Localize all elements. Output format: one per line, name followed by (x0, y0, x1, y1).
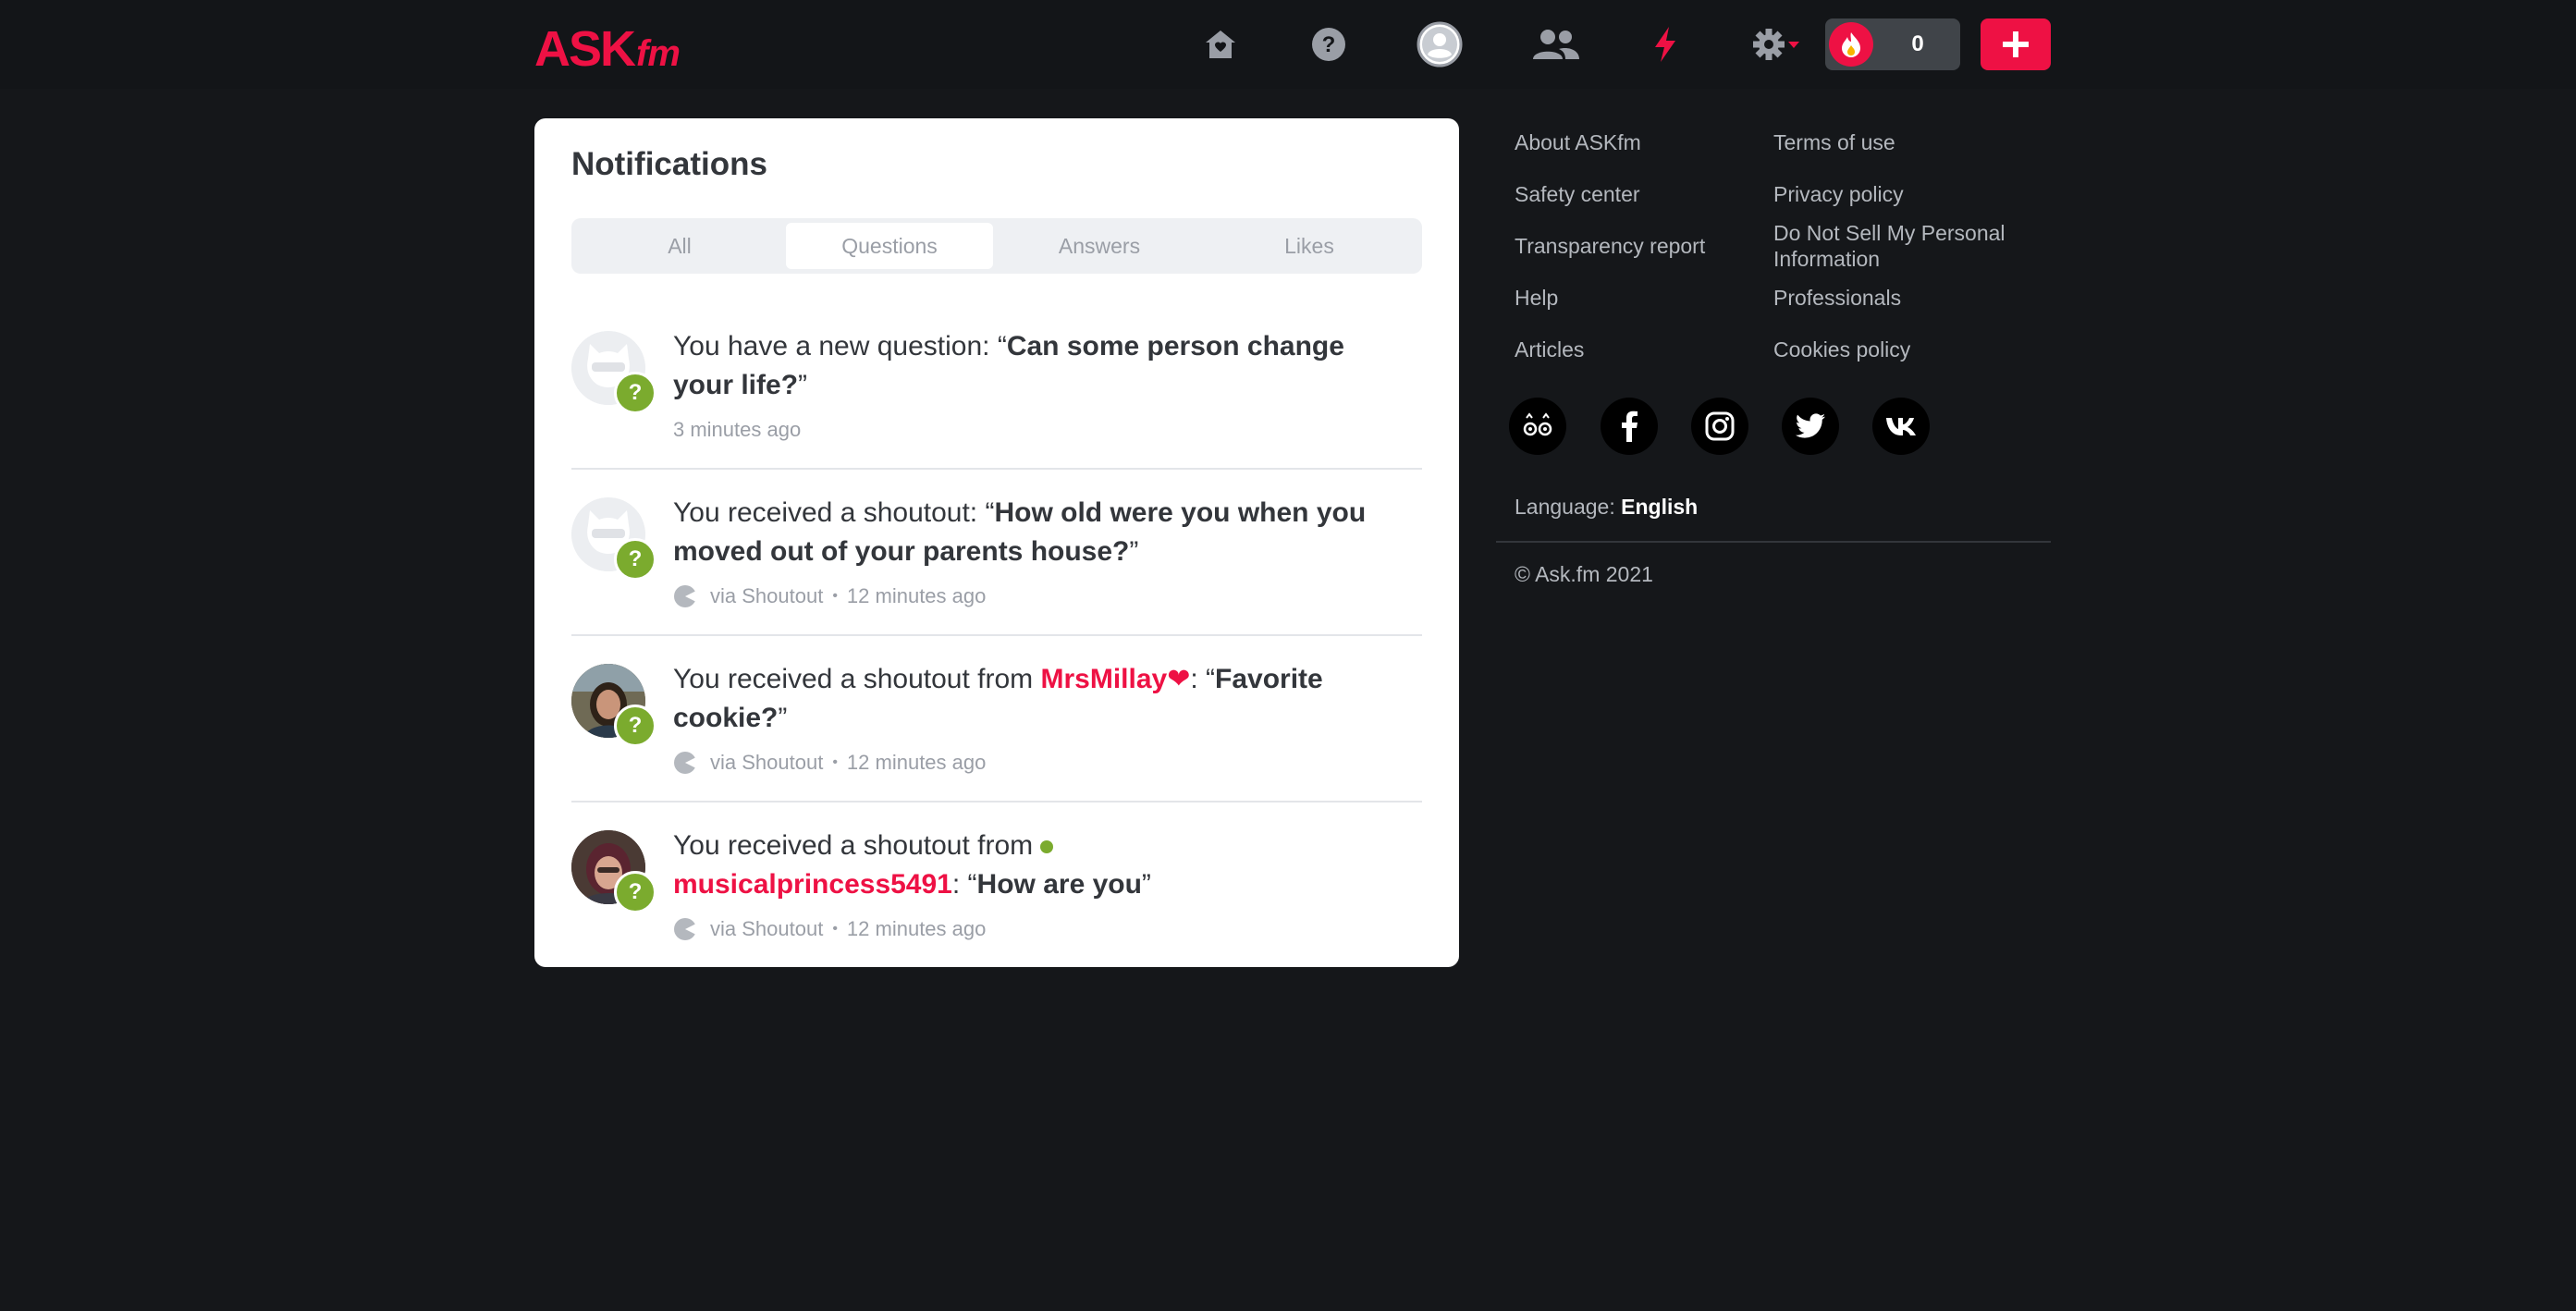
askfm-logo[interactable]: ASK fm (534, 20, 681, 77)
shoutout-icon (673, 751, 697, 775)
add-button[interactable] (1981, 18, 2051, 70)
language-label: Language: (1515, 495, 1622, 519)
timestamp: 12 minutes ago (846, 917, 987, 940)
facebook-icon[interactable] (1601, 398, 1658, 455)
avatar[interactable]: ? (571, 830, 656, 913)
notification-item[interactable]: ? You received a shoutout from MrsMillay… (571, 636, 1422, 803)
notification-suffix: ” (778, 703, 788, 733)
notification-prefix: You received a shoutout from (673, 664, 1041, 694)
link-terms[interactable]: Terms of use (1773, 129, 1895, 155)
notification-mid: : “ (1190, 664, 1216, 694)
link-professionals[interactable]: Professionals (1773, 285, 1901, 311)
language-value[interactable]: English (1621, 495, 1698, 519)
logo-suffix: fm (636, 33, 681, 74)
notification-tabs: All Questions Answers Likes (571, 218, 1422, 274)
svg-text:?: ? (1322, 32, 1336, 57)
profile-icon[interactable] (1412, 18, 1467, 70)
notification-suffix: ” (1141, 869, 1151, 900)
points-count: 0 (1911, 31, 1924, 56)
notification-meta: 3 minutes ago (673, 416, 801, 444)
link-privacy[interactable]: Privacy policy (1773, 181, 1904, 207)
link-safety-center[interactable]: Safety center (1515, 181, 1640, 207)
home-icon[interactable] (1193, 18, 1248, 70)
timestamp: 3 minutes ago (673, 418, 802, 441)
timestamp: 12 minutes ago (846, 584, 987, 607)
question-badge-icon: ? (614, 705, 656, 747)
tab-answers[interactable]: Answers (996, 223, 1203, 269)
notification-item[interactable]: ? You have a new question: “Can some per… (571, 303, 1422, 470)
notification-item[interactable]: ? You received a shoutout from musicalpri… (571, 803, 1422, 969)
link-help[interactable]: Help (1515, 285, 1558, 311)
via-label: via Shoutout (710, 917, 824, 940)
notification-text: You have a new question: “Can some perso… (673, 327, 1376, 405)
notification-prefix: You have a new question: “ (673, 331, 1007, 361)
link-about[interactable]: About ASKfm (1515, 129, 1641, 155)
askfm-icon[interactable] (1509, 398, 1566, 455)
separator-dot: • (832, 754, 838, 770)
notification-prefix: You received a shoutout: “ (673, 497, 995, 528)
online-status-dot (1040, 840, 1054, 854)
link-cookies[interactable]: Cookies policy (1773, 337, 1910, 362)
notification-text: You received a shoutout: “How old were y… (673, 494, 1376, 571)
notification-prefix: You received a shoutout from (673, 830, 1034, 861)
tab-likes[interactable]: Likes (1206, 223, 1413, 269)
points-counter[interactable]: 0 (1825, 18, 1960, 70)
language-selector: Language: English (1515, 495, 1698, 520)
link-do-not-sell[interactable]: Do Not Sell My Personal Information (1773, 220, 2042, 272)
fire-icon (1829, 22, 1873, 67)
question-badge-icon: ? (614, 871, 656, 913)
page-title: Notifications (571, 146, 767, 182)
notifications-card: Notifications All Questions Answers Like… (534, 118, 1459, 967)
notification-meta: via Shoutout • 12 minutes ago (673, 749, 986, 777)
notification-mid: : “ (951, 869, 977, 900)
notification-text: You received a shoutout from MrsMillay❤:… (673, 660, 1376, 738)
username: MrsMillay (1040, 664, 1168, 694)
tab-questions[interactable]: Questions (786, 223, 993, 269)
avatar[interactable]: ? (571, 331, 656, 414)
top-bar: ASK fm ? 0 (0, 0, 2576, 89)
copyright: © Ask.fm 2021 (1515, 562, 1653, 586)
via-label: via Shoutout (710, 751, 824, 774)
question-badge-icon: ? (614, 538, 656, 581)
tab-all[interactable]: All (576, 223, 783, 269)
notification-meta: via Shoutout • 12 minutes ago (673, 915, 986, 943)
logo-main: ASK (534, 21, 636, 77)
link-articles[interactable]: Articles (1515, 337, 1584, 362)
shoutout-icon (673, 584, 697, 608)
separator-dot: • (832, 588, 838, 604)
plus-icon (2003, 31, 2029, 57)
friends-icon[interactable] (1528, 18, 1584, 70)
gear-icon (1753, 29, 1799, 60)
twitter-icon[interactable] (1782, 398, 1839, 455)
user-link[interactable]: MrsMillay❤ (1040, 664, 1190, 694)
notification-suffix: ” (798, 370, 808, 400)
lightning-icon[interactable] (1638, 18, 1693, 70)
settings-menu[interactable] (1748, 18, 1812, 70)
notification-item[interactable]: ? You received a shoutout: “How old were… (571, 470, 1422, 636)
vk-icon[interactable] (1872, 398, 1930, 455)
notification-text: You received a shoutout from musicalprinc… (673, 827, 1376, 904)
user-link[interactable]: musicalprincess5491 (673, 869, 952, 900)
heart-icon: ❤ (1167, 664, 1191, 694)
avatar[interactable]: ? (571, 664, 656, 747)
instagram-icon[interactable] (1691, 398, 1748, 455)
timestamp: 12 minutes ago (846, 751, 987, 774)
via-label: via Shoutout (710, 584, 824, 607)
avatar[interactable]: ? (571, 497, 656, 581)
separator-dot: • (832, 921, 838, 937)
notification-meta: via Shoutout • 12 minutes ago (673, 582, 986, 610)
shoutout-icon (673, 917, 697, 941)
notification-suffix: ” (1129, 536, 1139, 567)
link-transparency-report[interactable]: Transparency report (1515, 233, 1705, 259)
question-badge-icon: ? (614, 372, 656, 414)
question-icon[interactable]: ? (1301, 18, 1356, 70)
question-text: How are you (976, 869, 1142, 900)
divider (1496, 541, 2051, 543)
